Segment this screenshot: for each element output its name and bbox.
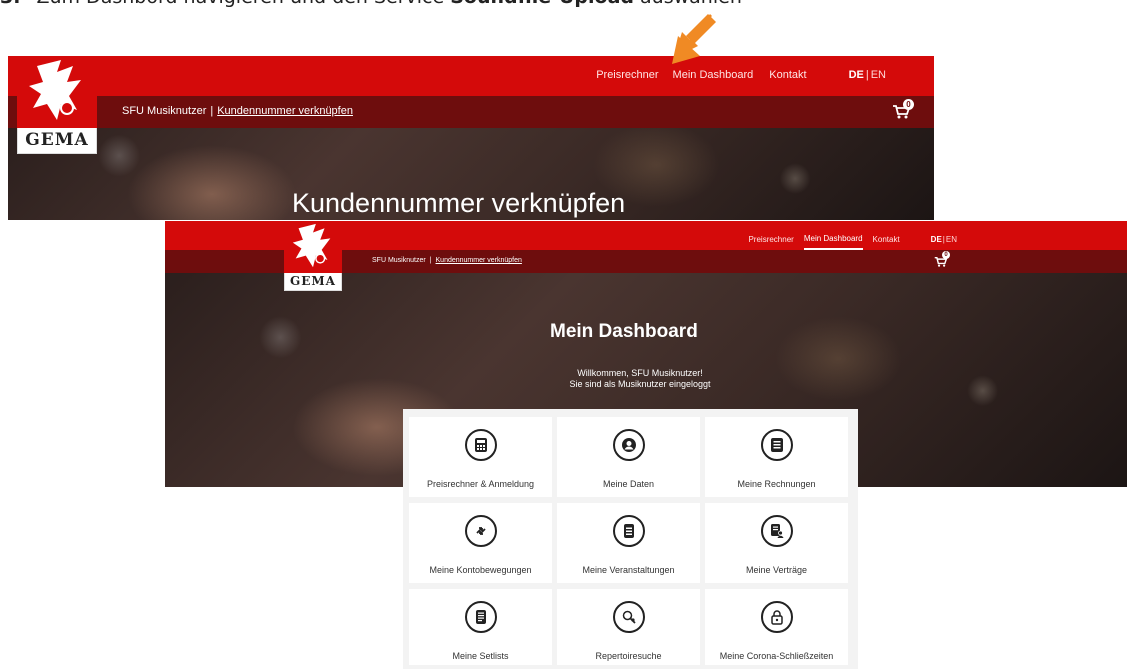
breadcrumb-bar: SFU Musiknutzer | Kundennummer verknüpfen … (8, 96, 934, 128)
nav-preisrechner[interactable]: Preisrechner (596, 69, 658, 81)
language-switch[interactable]: DE|EN (931, 235, 957, 244)
tile-label: Meine Corona-Schließzeiten (719, 651, 834, 661)
welcome-message: Willkommen, SFU Musiknutzer! Sie sind al… (525, 368, 755, 390)
contract-user-icon (760, 515, 793, 547)
tile-meine-rechnungen[interactable]: Meine Rechnungen (705, 417, 848, 497)
breadcrumb-link[interactable]: Kundennummer verknüpfen (436, 257, 522, 264)
breadcrumb-link[interactable]: Kundennummer verknüpfen (217, 105, 353, 117)
tutorial-slide: 3. Zum Dashbord navigieren und den Servic… (0, 0, 1127, 669)
pointer-arrow-icon (660, 10, 720, 70)
tile-label: Meine Setlists (452, 651, 509, 661)
tile-meine-veranstaltungen[interactable]: Meine Veranstaltungen (557, 503, 700, 583)
nav-kontakt[interactable]: Kontakt (769, 69, 806, 81)
gema-emblem (17, 56, 97, 128)
document-icon (612, 515, 645, 547)
tile-repertoiresuche[interactable]: Repertoiresuche (557, 589, 700, 665)
lang-en[interactable]: EN (871, 69, 886, 81)
nav-preisrechner[interactable]: Preisrechner (748, 235, 793, 244)
search-music-icon (612, 601, 645, 633)
lang-separator: | (942, 235, 945, 244)
tile-label: Meine Verträge (745, 565, 808, 575)
hero-title: Kundennummer verknüpfen (292, 188, 626, 218)
cart-badge: 0 (942, 251, 950, 259)
breadcrumb-separator: | (210, 105, 214, 117)
user-icon[interactable] (821, 68, 833, 81)
nav-mein-dashboard[interactable]: Mein Dashboard (803, 234, 863, 250)
lang-en[interactable]: EN (946, 235, 957, 244)
lang-de[interactable]: DE (849, 69, 864, 81)
step-number: 3. (0, 0, 20, 8)
lock-icon (760, 601, 793, 633)
breadcrumb-user: SFU Musiknutzer (372, 257, 426, 264)
cart-icon[interactable]: 0 (892, 99, 914, 120)
breadcrumb-user: SFU Musiknutzer (122, 105, 207, 117)
language-switch[interactable]: DE|EN (849, 69, 886, 81)
dashboard-tile-grid: Preisrechner & Anmeldung Meine Daten Mei… (403, 409, 858, 669)
user-circle-icon (612, 429, 645, 461)
cart-icon[interactable]: 0 (934, 251, 950, 267)
nav-mein-dashboard[interactable]: Mein Dashboard (673, 69, 754, 81)
tile-meine-daten[interactable]: Meine Daten (557, 417, 700, 497)
top-navbar: Preisrechner Mein Dashboard Kontakt DE|E… (8, 56, 934, 96)
tile-meine-vertraege[interactable]: Meine Verträge (705, 503, 848, 583)
lang-separator: | (865, 68, 869, 81)
gema-emblem (284, 221, 342, 273)
tile-label: Meine Kontobewegungen (429, 565, 532, 575)
hero-title: Mein Dashboard (550, 321, 698, 342)
invoice-icon (760, 429, 793, 461)
step-text: Zum Dashbord navigieren und den Service (36, 0, 450, 8)
lang-de[interactable]: DE (931, 235, 942, 244)
calculator-icon (464, 429, 497, 461)
gema-wordmark: GEMA (290, 274, 336, 288)
gema-wordmark: GEMA (25, 130, 89, 150)
step-text-suffix: auswählen (634, 0, 742, 8)
tile-label: Repertoiresuche (595, 651, 662, 661)
gema-logo[interactable]: GEMA (17, 56, 97, 154)
tile-label: Meine Rechnungen (737, 479, 816, 489)
screenshot-kundennummer: Preisrechner Mein Dashboard Kontakt DE | E… (8, 56, 934, 220)
nav-kontakt[interactable]: Kontakt (873, 235, 900, 244)
step-instruction: 3. Zum Dashbord navigieren und den Servic… (0, 0, 742, 8)
tile-corona-schliesszeiten[interactable]: Meine Corona-Schließzeiten (705, 589, 848, 665)
tile-meine-kontobewegungen[interactable]: Meine Kontobewegungen (409, 503, 552, 583)
welcome-line-2: Sie sind als Musiknutzer eingeloggt (569, 379, 711, 389)
step-highlight: Soundfile-Upload (450, 0, 634, 8)
user-icon[interactable] (910, 235, 919, 245)
setlist-icon (464, 601, 497, 633)
breadcrumb: SFU Musiknutzer | Kundennummer verknüpfen (122, 105, 353, 117)
tile-label: Preisrechner & Anmeldung (426, 479, 535, 489)
breadcrumb-separator: | (429, 257, 432, 264)
tile-label: Meine Veranstaltungen (582, 565, 675, 575)
tile-meine-setlists[interactable]: Meine Setlists (409, 589, 552, 665)
gema-logo[interactable]: GEMA (284, 221, 342, 291)
tile-label: Meine Daten (602, 479, 655, 489)
breadcrumb: SFU Musiknutzer | Kundennummer verknüpfen (372, 257, 522, 264)
cart-badge: 0 (903, 99, 914, 110)
welcome-line-1: Willkommen, SFU Musiknutzer! (577, 368, 703, 378)
tile-preisrechner[interactable]: Preisrechner & Anmeldung (409, 417, 552, 497)
transfer-arrows-icon (464, 515, 497, 547)
